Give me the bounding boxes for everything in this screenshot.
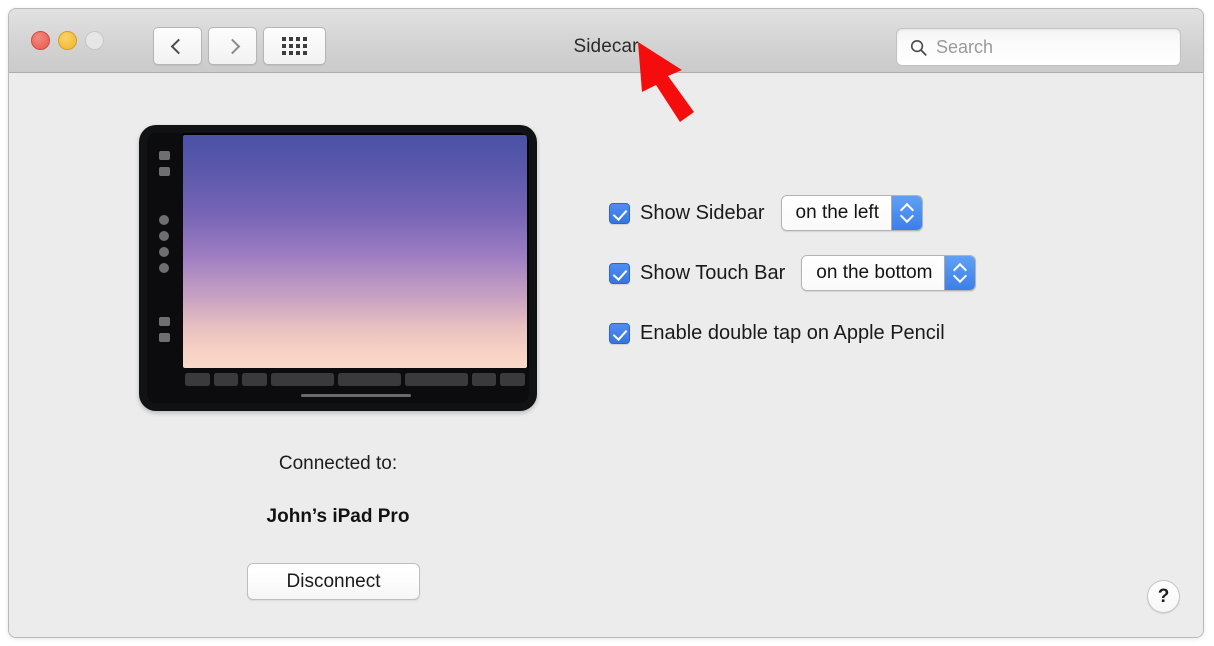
sidebar-square-icon (159, 151, 170, 160)
ipad-sidecar-sidebar (147, 133, 183, 403)
ipad-preview-illustration (139, 125, 537, 411)
touchbar-key (500, 373, 526, 386)
show-sidebar-checkbox[interactable] (609, 202, 630, 224)
sidebar-square-icon (159, 317, 170, 326)
ipad-wallpaper (183, 135, 527, 368)
zoom-window-button[interactable] (85, 31, 104, 50)
home-indicator (301, 394, 411, 397)
connected-to-label: Connected to: (278, 453, 398, 474)
sidebar-circle-icon (159, 215, 169, 225)
show-touch-bar-label: Show Touch Bar (640, 261, 786, 284)
sidebar-circle-icon (159, 263, 169, 273)
touchbar-key (471, 373, 497, 386)
disconnect-button[interactable]: Disconnect (247, 563, 420, 600)
touch-bar-position-value: on the bottom (802, 256, 945, 290)
show-sidebar-label: Show Sidebar (640, 201, 765, 224)
option-row-show-sidebar: Show Sidebar on the left (609, 193, 976, 233)
search-icon (910, 39, 927, 56)
touchbar-key (213, 373, 239, 386)
up-down-chevrons-icon (944, 256, 976, 290)
up-down-chevrons-icon (890, 196, 922, 230)
ipad-bezel (147, 133, 529, 403)
help-button[interactable]: ? (1147, 580, 1180, 613)
sidebar-circle-icon (159, 231, 169, 241)
system-preferences-window: Sidecar Search Connected to: John’s iPad… (8, 8, 1204, 638)
search-field[interactable]: Search (896, 28, 1181, 66)
chevron-left-icon (172, 37, 183, 56)
sidebar-square-icon (159, 167, 170, 176)
enable-double-tap-label: Enable double tap on Apple Pencil (640, 321, 945, 344)
ipad-screen-area (183, 133, 529, 403)
traffic-lights (31, 31, 104, 50)
sidebar-circle-icon (159, 247, 169, 257)
enable-double-tap-checkbox[interactable] (609, 322, 630, 344)
option-row-apple-pencil: Enable double tap on Apple Pencil (609, 313, 976, 353)
touch-bar-position-popup[interactable]: on the bottom (801, 255, 977, 291)
search-placeholder: Search (936, 36, 994, 57)
ipad-touch-bar (183, 368, 529, 403)
touchbar-key (185, 373, 210, 386)
minimize-window-button[interactable] (58, 31, 77, 50)
chevron-right-icon (227, 37, 238, 56)
sidebar-position-value: on the left (781, 196, 891, 230)
toolbar-nav-group (153, 27, 326, 65)
touchbar-key (271, 373, 334, 386)
touchbar-key (404, 373, 468, 386)
show-all-button[interactable] (263, 27, 326, 65)
forward-button[interactable] (208, 27, 257, 65)
touchbar-key (242, 373, 268, 386)
sidebar-position-popup[interactable]: on the left (780, 195, 923, 231)
connected-device-name: John’s iPad Pro (266, 506, 410, 527)
close-window-button[interactable] (31, 31, 50, 50)
window-toolbar: Sidecar Search (9, 9, 1203, 73)
back-button[interactable] (153, 27, 202, 65)
show-touch-bar-checkbox[interactable] (609, 262, 630, 284)
option-row-show-touch-bar: Show Touch Bar on the bottom (609, 253, 977, 293)
grid-dots-icon (282, 37, 307, 55)
sidebar-square-icon (159, 333, 170, 342)
sidecar-options: Show Sidebar on the left Show Touch Bar … (609, 193, 977, 373)
touchbar-key (337, 373, 401, 386)
preference-pane-content: Connected to: John’s iPad Pro Disconnect… (9, 73, 1203, 637)
